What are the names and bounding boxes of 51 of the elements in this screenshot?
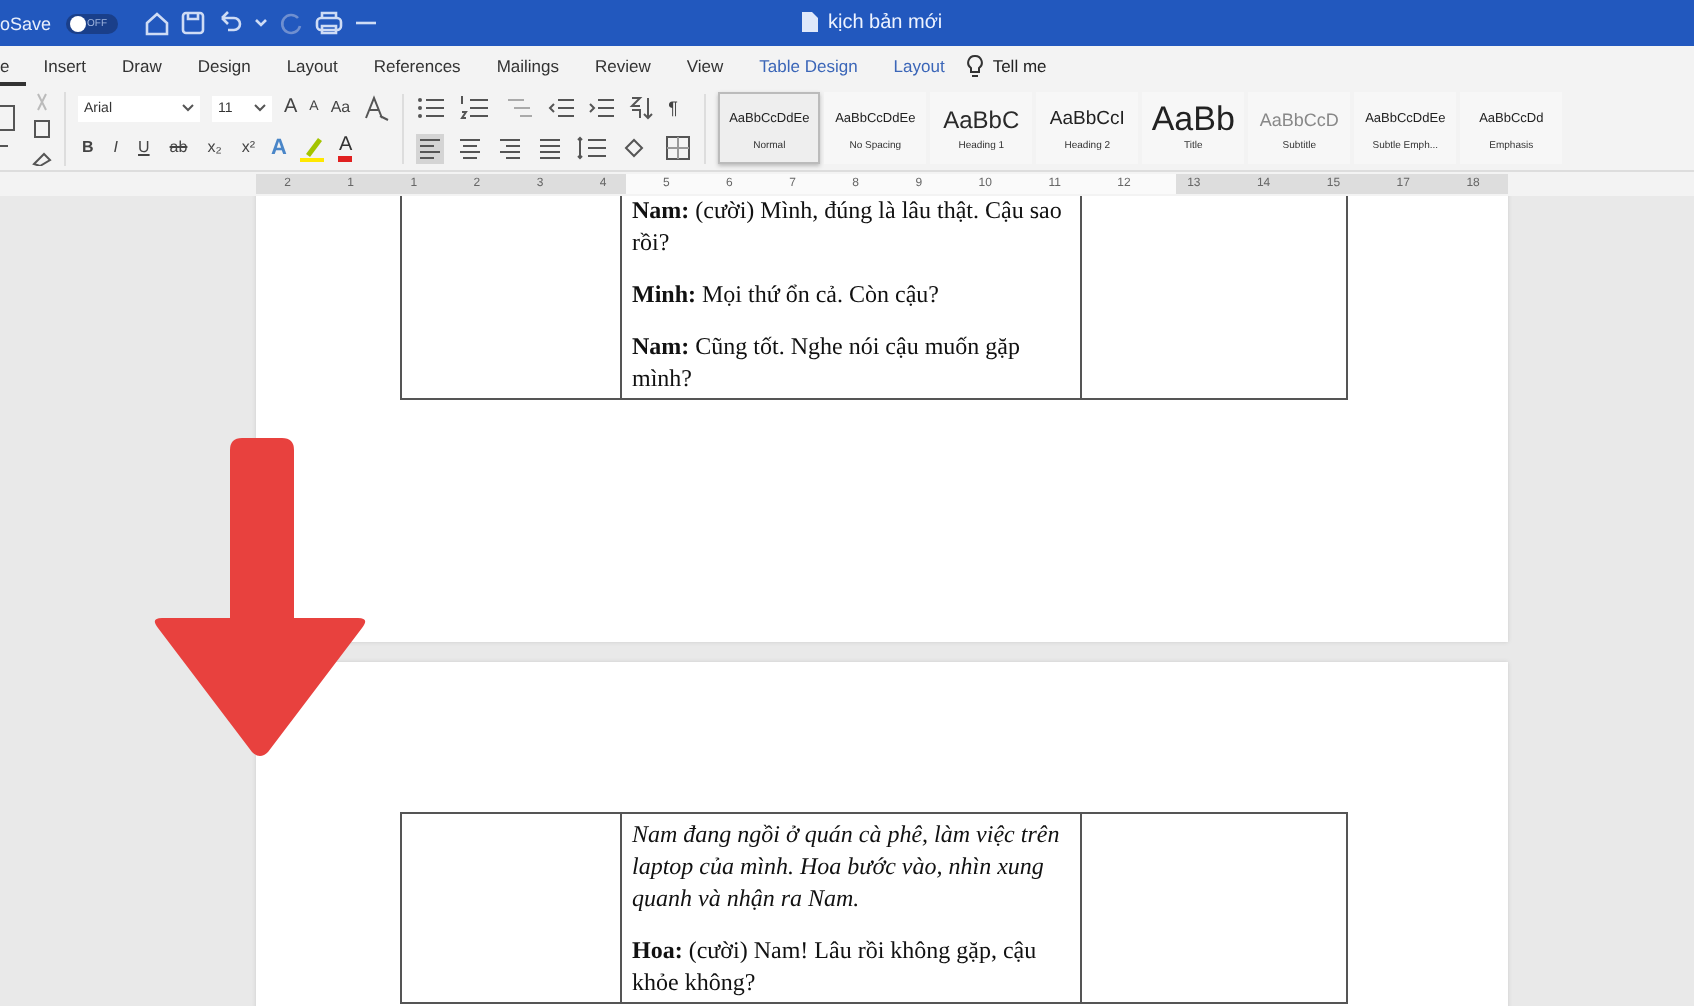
decrease-indent-icon[interactable] [548, 94, 577, 122]
lightbulb-icon [966, 54, 985, 78]
format-button[interactable]: I [109, 134, 123, 162]
ribbon-tab[interactable]: Review [577, 46, 669, 86]
script-paragraph: Nam đang ngồi ở quán cà phê, làm việc trên laptop của mình. Hoa bước vào, nhìn xung quanh và nhận ra Nam. [632, 818, 1062, 914]
script-paragraph: Nam: (cười) Mình, đúng là lâu thật. Cậu sao rồi? [632, 196, 1064, 258]
multilevel-list-icon[interactable] [504, 94, 537, 122]
align-icon[interactable] [496, 133, 525, 163]
align-icon[interactable] [456, 133, 485, 163]
line-spacing-icon[interactable] [576, 134, 609, 162]
grow-font-button[interactable]: A [284, 94, 298, 122]
caret-icon[interactable] [182, 104, 194, 112]
sort-icon[interactable] [628, 94, 657, 122]
show-formatting-button[interactable]: ¶ [668, 94, 678, 122]
format-button[interactable]: ab [165, 134, 192, 162]
ribbon-tab[interactable]: Mailings [478, 46, 577, 86]
align-icon[interactable] [536, 133, 565, 163]
increase-indent-icon[interactable] [588, 94, 617, 122]
ribbon-tab[interactable]: Layout [268, 46, 356, 86]
ribbon-tab[interactable]: Design [179, 46, 269, 86]
save-icon[interactable] [179, 10, 206, 36]
tell-me-button[interactable]: Tell me [962, 54, 1047, 78]
ribbon-tab[interactable]: View [668, 46, 742, 86]
change-case-button[interactable]: Aa [330, 94, 351, 122]
script-paragraph: Nam: Cũng tốt. Nghe nói cậu muốn gặp mình? [632, 330, 1022, 394]
script-paragraph: Minh: Mọi thứ ổn cả. Còn cậu? [632, 278, 941, 310]
script-paragraph: Hoa: (cười) Nam! Lâu rồi không gặp, cậu khỏe không? [632, 934, 1039, 998]
document-icon[interactable] [800, 10, 820, 34]
document-title: kịch bản mới [828, 11, 943, 33]
ribbon-tab[interactable]: Insert [25, 46, 104, 86]
format-button[interactable]: x₂ [203, 134, 226, 162]
printer-icon[interactable] [313, 10, 344, 36]
font-color-button[interactable]: A [338, 134, 353, 162]
ribbon-tab[interactable]: Draw [104, 46, 180, 86]
clear-formatting-icon[interactable] [362, 94, 391, 122]
borders-icon[interactable] [664, 134, 693, 162]
copy-icon[interactable] [32, 117, 52, 139]
ribbon-tab[interactable]: References [355, 46, 479, 86]
ribbon-tab[interactable]: e [0, 46, 26, 86]
align-icon[interactable] [416, 133, 445, 163]
ribbon-tab[interactable]: Table Design [741, 46, 876, 86]
format-button[interactable]: U [134, 134, 154, 162]
caret-icon[interactable] [254, 104, 266, 112]
bullets-icon[interactable] [416, 94, 449, 122]
format-button[interactable]: B [78, 134, 98, 162]
format-button[interactable]: x² [237, 134, 259, 162]
numbering-icon[interactable] [460, 94, 493, 122]
undo-icon[interactable] [215, 10, 244, 36]
ribbon-tab[interactable]: Layout [875, 46, 963, 86]
home-icon[interactable] [143, 10, 170, 36]
autosave-label: oSave [0, 13, 52, 33]
